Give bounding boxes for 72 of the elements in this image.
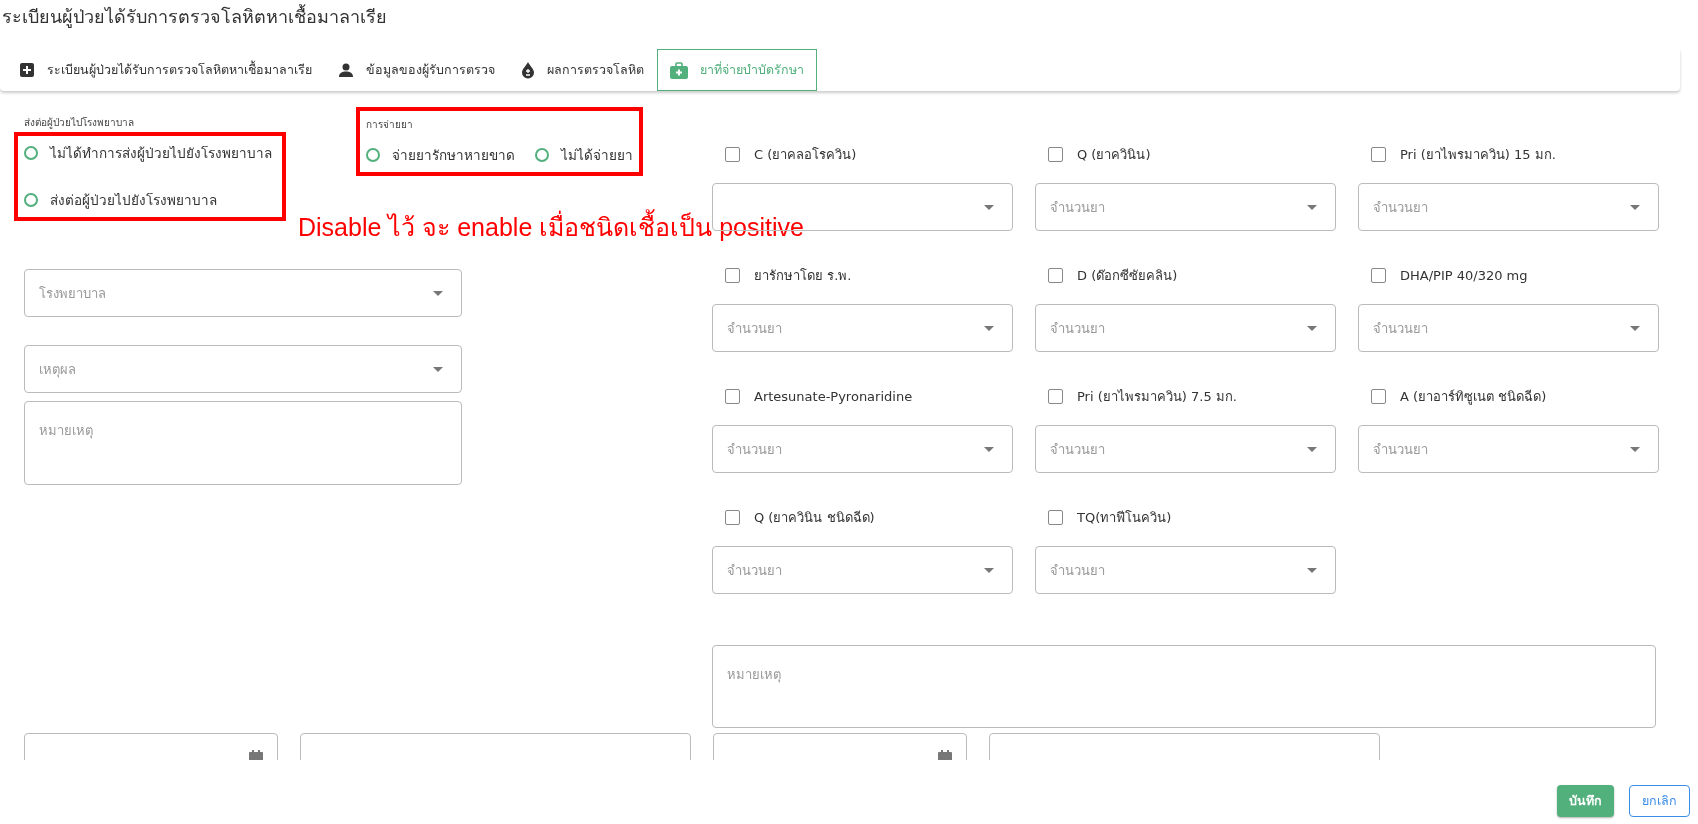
drug-label: Q (ยาควินิน) bbox=[1077, 145, 1151, 164]
caret-icon bbox=[984, 447, 994, 452]
group-label: การจ่ายยา bbox=[366, 118, 414, 132]
quantity-select[interactable]: จำนวนยา bbox=[1035, 425, 1336, 473]
quantity-select[interactable]: จำนวนยา bbox=[1358, 304, 1659, 352]
caret-icon bbox=[984, 568, 994, 573]
radio-button[interactable] bbox=[24, 146, 38, 160]
quantity-select[interactable]: จำนวนยา bbox=[712, 425, 1013, 473]
caret-icon bbox=[984, 326, 994, 331]
quantity-select[interactable]: จำนวนยา bbox=[1035, 183, 1336, 231]
remarks-field[interactable]: หมายเหตุ bbox=[712, 645, 1656, 728]
checkbox[interactable] bbox=[725, 388, 740, 404]
caret-icon bbox=[1307, 326, 1317, 331]
radio-label: จ่ายยารักษาหายขาด bbox=[392, 146, 515, 165]
person-icon bbox=[338, 62, 354, 78]
quantity-select[interactable]: จำนวนยา bbox=[1035, 546, 1336, 594]
drug-label: Artesunate-Pyronaridine bbox=[754, 388, 913, 404]
caret-icon bbox=[433, 367, 443, 372]
checkbox[interactable] bbox=[725, 267, 740, 283]
tab[interactable]: ยาที่จ่ายบำบัดรักษา bbox=[657, 49, 817, 91]
remarks-field[interactable]: หมายเหตุ bbox=[24, 401, 462, 485]
calendar-icon bbox=[249, 750, 263, 760]
quantity-select[interactable]: จำนวนยา bbox=[712, 546, 1013, 594]
caret-icon bbox=[984, 205, 994, 210]
drug-label: A (ยาอาร์ทิซูเนต ชนิดฉีด) bbox=[1400, 387, 1547, 407]
radio-button[interactable] bbox=[24, 193, 38, 207]
save-button[interactable]: บันทึก bbox=[1557, 785, 1614, 817]
radio-label: ไม่ได้จ่ายยา bbox=[561, 146, 633, 165]
drug-label: ยารักษาโดย ร.พ. bbox=[754, 266, 852, 285]
drug-label: TQ(ทาฟีโนควิน) bbox=[1077, 508, 1172, 527]
quantity-select[interactable]: จำนวนยา bbox=[1358, 425, 1659, 473]
page-title: ระเบียนผู้ป่วยได้รับการตรวจโลหิตหาเชื้อมาลาเรีย bbox=[1, 3, 388, 30]
quantity-select[interactable]: จำนวนยา bbox=[712, 304, 1013, 352]
drug-label: C (ยาคลอโรควิน) bbox=[754, 145, 857, 164]
caret-icon bbox=[1630, 326, 1640, 331]
cancel-button[interactable]: ยกเลิก bbox=[1629, 785, 1690, 817]
caret-icon bbox=[1307, 447, 1317, 452]
radio-button[interactable] bbox=[535, 148, 549, 162]
checkbox[interactable] bbox=[725, 509, 740, 525]
quantity-select[interactable]: จำนวนยา bbox=[1358, 183, 1659, 231]
tab[interactable]: ผลการตรวจโลหิต bbox=[508, 49, 657, 91]
hospital-select[interactable]: โรงพยาบาล bbox=[24, 269, 462, 317]
drug-label: Q (ยาควินิน ชนิดฉีด) bbox=[754, 508, 875, 527]
caret-icon bbox=[1630, 205, 1640, 210]
reason-select[interactable]: เหตุผล bbox=[24, 345, 462, 393]
drug-label: D (ด๊อกซีซัยคลิน) bbox=[1077, 266, 1178, 285]
radio-label: ส่งต่อผู้ป่วยไปยังโรงพยาบาล bbox=[50, 191, 217, 211]
radio-button[interactable] bbox=[366, 148, 380, 162]
tab[interactable]: ข้อมูลของผู้รับการตรวจ bbox=[325, 49, 508, 91]
checkbox[interactable] bbox=[1371, 267, 1386, 283]
drug-label: Pri (ยาไพรมาควิน) 15 มก. bbox=[1400, 145, 1556, 164]
caret-icon bbox=[433, 291, 443, 296]
drug-label: DHA/PIP 40/320 mg bbox=[1400, 267, 1528, 283]
caret-icon bbox=[1307, 568, 1317, 573]
checkbox[interactable] bbox=[1371, 388, 1386, 404]
quantity-select[interactable]: จำนวนยา bbox=[1035, 304, 1336, 352]
caret-icon bbox=[1307, 205, 1317, 210]
checkbox[interactable] bbox=[1048, 509, 1063, 525]
checkbox[interactable] bbox=[1048, 267, 1063, 283]
checkbox[interactable] bbox=[1048, 146, 1063, 162]
group-label: ส่งต่อผู้ป่วยไปโรงพยาบาล bbox=[24, 116, 135, 130]
checkbox[interactable] bbox=[1371, 146, 1386, 162]
first-aid-kit-icon bbox=[670, 61, 688, 79]
checkbox[interactable] bbox=[725, 146, 740, 162]
drug-label: Pri (ยาไพรมาควิน) 7.5 มก. bbox=[1077, 387, 1237, 406]
tab[interactable]: ระเบียนผู้ป่วยได้รับการตรวจโลหิตหาเชื้อมาลาเรีย bbox=[6, 49, 325, 91]
checkbox[interactable] bbox=[1048, 388, 1063, 404]
calendar-icon bbox=[938, 750, 952, 760]
drop-icon bbox=[521, 61, 535, 79]
caret-icon bbox=[1630, 447, 1640, 452]
plus-icon bbox=[19, 62, 35, 78]
radio-label: ไม่ได้ทำการส่งผู้ป่วยไปยังโรงพยาบาล bbox=[50, 144, 272, 164]
